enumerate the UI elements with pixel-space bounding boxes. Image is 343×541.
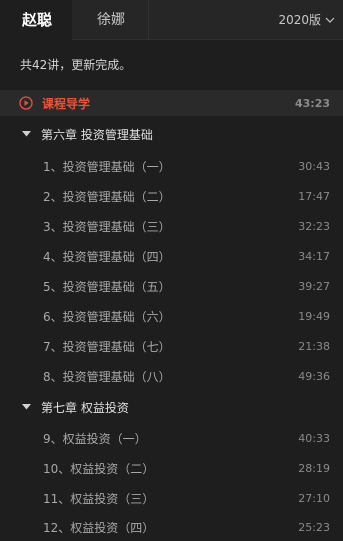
lesson-duration: 17:47 xyxy=(298,189,330,203)
lesson-label: 12、权益投资（四） xyxy=(43,520,155,535)
lesson-duration: 30:43 xyxy=(298,159,330,173)
course-catalog-panel: 赵聪 徐娜 2020版 共42讲，更新完成。 课程导学 43:23 第六章 投资… xyxy=(0,0,343,541)
lesson-label: 7、投资管理基础（七） xyxy=(43,339,171,354)
chapter-6-header[interactable]: 第六章 投资管理基础 xyxy=(0,121,343,147)
lesson-row[interactable]: 9、权益投资（一） 40:33 xyxy=(0,424,343,452)
lesson-duration: 21:38 xyxy=(298,339,330,353)
lesson-duration: 19:49 xyxy=(298,309,330,323)
lesson-row[interactable]: 7、投资管理基础（七） 21:38 xyxy=(0,332,343,360)
lesson-duration: 39:27 xyxy=(298,279,330,293)
lesson-label: 10、权益投资（二） xyxy=(43,461,155,476)
play-circle-icon xyxy=(19,96,33,110)
version-label: 2020版 xyxy=(278,13,321,27)
teacher-tab-bar: 赵聪 徐娜 2020版 xyxy=(0,0,343,40)
lesson-row[interactable]: 6、投资管理基础（六） 19:49 xyxy=(0,302,343,330)
intro-lesson-row[interactable]: 课程导学 43:23 xyxy=(0,90,343,116)
intro-lesson-label: 课程导学 xyxy=(42,96,91,111)
lesson-row[interactable]: 1、投资管理基础（一） 30:43 xyxy=(0,152,343,180)
tab-teacher-1[interactable]: 赵聪 xyxy=(0,0,72,40)
lesson-row[interactable]: 4、投资管理基础（四） 34:17 xyxy=(0,242,343,270)
lesson-row[interactable]: 10、权益投资（二） 28:19 xyxy=(0,454,343,482)
chapter-7-header[interactable]: 第七章 权益投资 xyxy=(0,394,343,420)
lesson-duration: 28:19 xyxy=(298,461,330,475)
version-dropdown[interactable]: 2020版 xyxy=(278,0,335,40)
lesson-label: 3、投资管理基础（三） xyxy=(43,219,171,234)
lesson-duration: 49:36 xyxy=(298,369,330,383)
intro-lesson-duration: 43:23 xyxy=(294,96,330,110)
lesson-row[interactable]: 3、投资管理基础（三） 32:23 xyxy=(0,212,343,240)
chevron-down-icon xyxy=(325,17,335,23)
caret-down-icon xyxy=(22,404,31,410)
lesson-label: 6、投资管理基础（六） xyxy=(43,309,171,324)
lesson-label: 8、投资管理基础（八） xyxy=(43,369,171,384)
lesson-row[interactable]: 8、投资管理基础（八） 49:36 xyxy=(0,362,343,390)
lesson-row[interactable]: 12、权益投资（四） 25:23 xyxy=(0,513,343,541)
lesson-duration: 40:33 xyxy=(298,431,330,445)
lesson-duration: 32:23 xyxy=(298,219,330,233)
lesson-label: 4、投资管理基础（四） xyxy=(43,249,171,264)
lesson-duration: 34:17 xyxy=(298,249,330,263)
lesson-label: 11、权益投资（三） xyxy=(43,491,155,506)
lesson-duration: 27:10 xyxy=(298,491,330,505)
lesson-label: 2、投资管理基础（二） xyxy=(43,189,171,204)
lesson-label: 9、权益投资（一） xyxy=(43,431,147,446)
tab-teacher-2[interactable]: 徐娜 xyxy=(72,0,149,40)
lesson-label: 1、投资管理基础（一） xyxy=(43,159,171,174)
chapter-title: 第六章 投资管理基础 xyxy=(41,127,153,142)
chapter-title: 第七章 权益投资 xyxy=(41,400,129,415)
course-summary: 共42讲，更新完成。 xyxy=(20,58,132,72)
lesson-label: 5、投资管理基础（五） xyxy=(43,279,171,294)
lesson-row[interactable]: 11、权益投资（三） 27:10 xyxy=(0,484,343,512)
caret-down-icon xyxy=(22,131,31,137)
lesson-row[interactable]: 2、投资管理基础（二） 17:47 xyxy=(0,182,343,210)
lesson-duration: 25:23 xyxy=(298,520,330,534)
lesson-row[interactable]: 5、投资管理基础（五） 39:27 xyxy=(0,272,343,300)
